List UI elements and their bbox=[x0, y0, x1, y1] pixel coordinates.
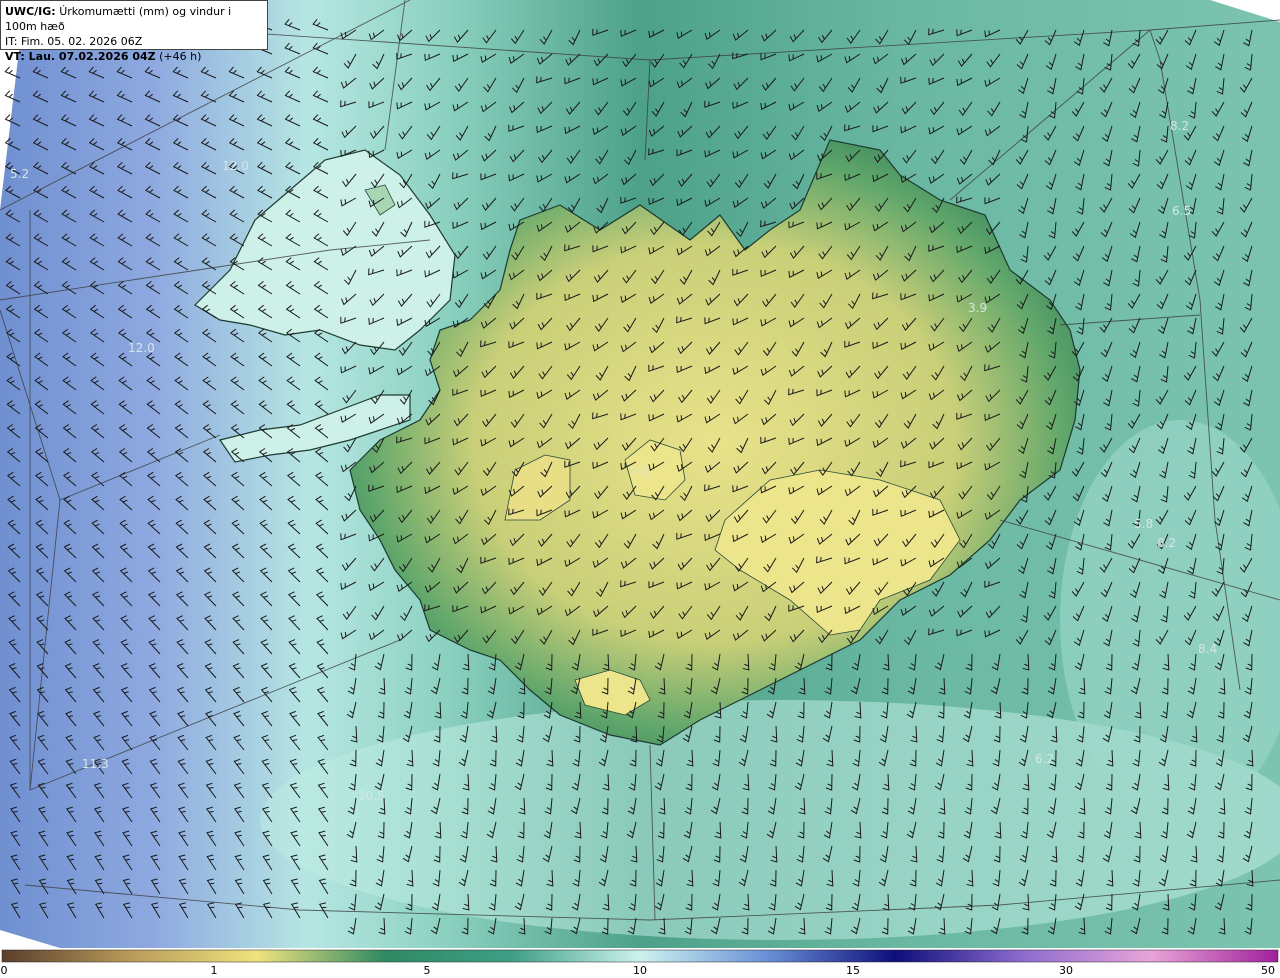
map-info-box: UWC/IG: Úrkomumætti (mm) og vindur i 100… bbox=[0, 0, 268, 63]
map-label: 8.4 bbox=[1198, 642, 1217, 656]
map-label: 6.2 bbox=[1035, 752, 1054, 766]
colorbar-tick: 50 bbox=[1261, 964, 1275, 977]
map-label: 3.9 bbox=[968, 301, 987, 315]
colorbar-tick: 10 bbox=[633, 964, 647, 977]
colorbar-tick: 1 bbox=[210, 964, 218, 977]
map-label: 7.0 bbox=[630, 465, 649, 479]
map-label: 11.3 bbox=[82, 757, 109, 771]
precipitation-wind-map: 5.2 12.0 12.0 8.2 6.5 3.9 5.8 8.2 8.4 6.… bbox=[0, 0, 1280, 948]
colorbar-tick: 15 bbox=[846, 964, 860, 977]
title-line: UWC/IG: Úrkomumætti (mm) og vindur i 100… bbox=[5, 4, 263, 34]
model-name: UWC/IG: bbox=[5, 5, 56, 18]
forecast-map-view: 5.2 12.0 12.0 8.2 6.5 3.9 5.8 8.2 8.4 6.… bbox=[0, 0, 1280, 978]
map-label: 8.2 bbox=[1170, 119, 1189, 133]
map-label: 12.0 bbox=[222, 159, 249, 173]
map-label: 10.5 bbox=[358, 789, 385, 803]
init-time: IT: Fim. 05. 02. 2026 06Z bbox=[5, 35, 143, 48]
map-label: 5.2 bbox=[10, 167, 29, 181]
lead-time: (+46 h) bbox=[159, 50, 202, 63]
colorbar-tick: 0 bbox=[0, 964, 8, 977]
valid-time: VT: Lau. 07.02.2026 04Z bbox=[5, 50, 156, 63]
map-label: 8.2 bbox=[1157, 536, 1176, 550]
colorbar-gradient bbox=[1, 949, 1279, 963]
map-label: 12.0 bbox=[128, 341, 155, 355]
colorbar-tick: 5 bbox=[423, 964, 431, 977]
map-label: 5.8 bbox=[1134, 517, 1153, 531]
map-label: 6.5 bbox=[1172, 204, 1191, 218]
valid-line: VT: Lau. 07.02.2026 04Z (+46 h) bbox=[5, 49, 263, 64]
colorbar-tick: 30 bbox=[1059, 964, 1073, 977]
